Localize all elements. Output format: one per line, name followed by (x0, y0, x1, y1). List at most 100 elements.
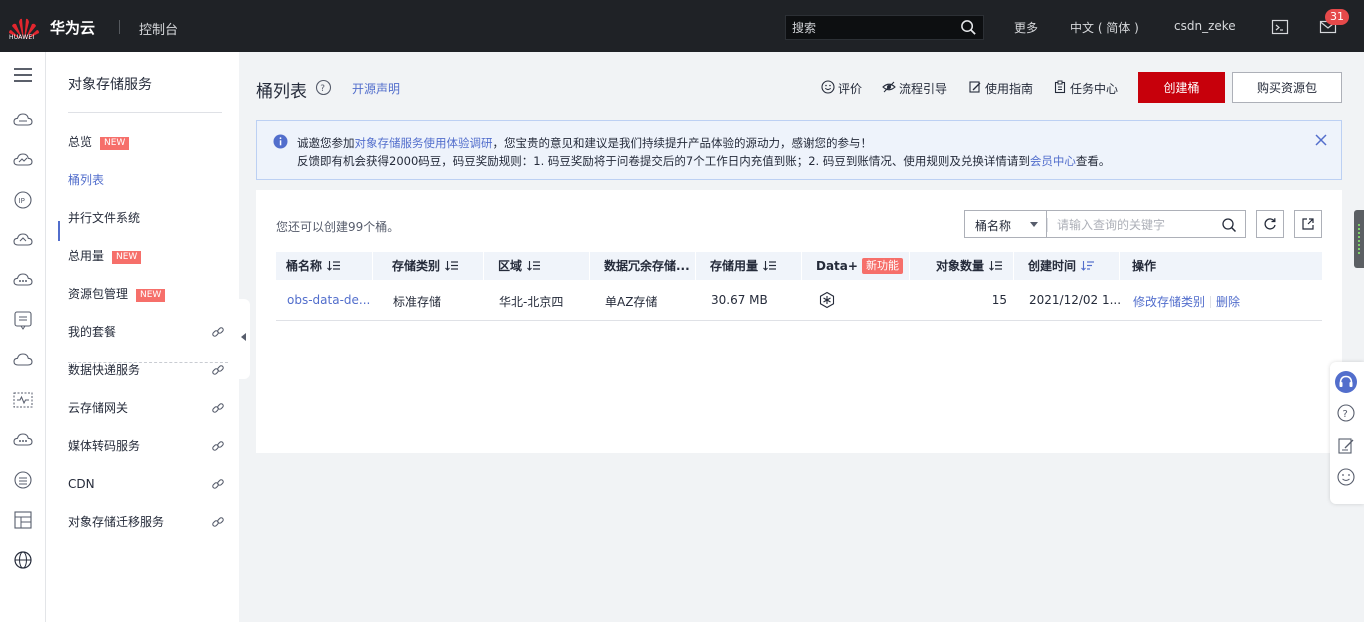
divider (1047, 218, 1048, 232)
refresh-icon (1264, 218, 1276, 230)
floating-toolbar: ? (1330, 362, 1364, 504)
sidebar-item-media-transcode[interactable]: 媒体转码服务 (68, 436, 140, 456)
cloud-upload-icon[interactable] (12, 229, 34, 251)
sort-icon[interactable] (763, 260, 777, 271)
col-header-redundancy[interactable]: 数据冗余存储... (604, 252, 690, 280)
external-link-icon[interactable] (211, 439, 225, 453)
info-icon (273, 134, 288, 149)
bucket-name-link[interactable]: obs-data-de... (287, 293, 370, 307)
feedback-icon[interactable] (1336, 436, 1356, 456)
refresh-button[interactable] (1256, 210, 1284, 238)
sidebar-item-cdn[interactable]: CDN (68, 474, 95, 494)
external-link-icon[interactable] (211, 401, 225, 415)
sidebar-item-migration[interactable]: 对象存储迁移服务 (68, 512, 164, 532)
filter-field-select[interactable]: 桶名称 (964, 210, 1046, 238)
sidebar-item-usage[interactable]: 总用量 NEW (68, 246, 142, 266)
task-center-link[interactable]: 任务中心 (1054, 80, 1118, 97)
edit-doc-icon (969, 81, 981, 93)
sidebar-item-data-express[interactable]: 数据快递服务 (68, 360, 140, 380)
cloud-more-icon[interactable] (12, 269, 34, 291)
export-button[interactable] (1294, 210, 1322, 238)
user-menu[interactable]: csdn_zeke (1174, 19, 1236, 33)
svg-text:?: ? (320, 84, 325, 94)
more-menu[interactable]: 更多 (1014, 19, 1038, 36)
sort-icon[interactable] (327, 260, 341, 271)
rate-link[interactable]: 评价 (821, 80, 862, 97)
sidebar-item-parallel-fs[interactable]: 并行文件系统 (68, 208, 140, 228)
sidebar-item-label: 总览 (68, 135, 93, 149)
cloud-network-icon[interactable] (12, 429, 34, 451)
sidebar-item-my-plans[interactable]: 我的套餐 (68, 322, 116, 342)
col-header-objects[interactable]: 对象数量 (936, 252, 1003, 280)
cloud-icon[interactable] (12, 349, 34, 371)
sort-icon[interactable] (989, 260, 1003, 271)
search-icon[interactable] (1221, 217, 1237, 233)
layout-icon[interactable] (12, 509, 34, 531)
buy-resource-package-button[interactable]: 购买资源包 (1232, 72, 1342, 103)
col-header-usage[interactable]: 存储用量 (710, 252, 777, 280)
external-link-icon[interactable] (211, 363, 225, 377)
sidebar-item-overview[interactable]: 总览 NEW (68, 132, 130, 152)
col-header-name[interactable]: 桶名称 (286, 252, 341, 280)
scroll-handle[interactable] (1354, 210, 1364, 268)
external-link-icon[interactable] (211, 325, 225, 339)
cell-storage-class: 标准存储 (393, 295, 442, 309)
data-plus-icon[interactable] (818, 291, 836, 309)
delete-link[interactable]: 删除 (1216, 295, 1240, 309)
language-switch[interactable]: 中文 ( 简体 ) (1070, 19, 1139, 36)
customer-service-icon[interactable] (1334, 370, 1358, 394)
brand-name[interactable]: 华为云 (50, 17, 95, 38)
cloud-monitor-icon[interactable] (12, 149, 34, 171)
search-icon[interactable] (960, 19, 977, 36)
global-search[interactable] (785, 15, 984, 40)
survey-notice: 诚邀您参加对象存储服务使用体验调研，您宝贵的意见和建议是我们持续提升产品体验的源… (256, 120, 1342, 180)
console-link[interactable]: 控制台 (139, 19, 178, 38)
create-bucket-button[interactable]: 创建桶 (1138, 72, 1225, 103)
emoji-icon[interactable] (1336, 467, 1356, 487)
col-header-label: Data+ (816, 259, 858, 273)
modify-storage-class-link[interactable]: 修改存储类别 (1133, 295, 1205, 309)
sidebar-item-resource-packages[interactable]: 资源包管理 NEW (68, 284, 166, 304)
user-guide-link[interactable]: 使用指南 (969, 80, 1033, 97)
close-icon[interactable] (1314, 133, 1328, 147)
external-link-icon[interactable] (211, 515, 225, 529)
logo-text: HUAWEI (9, 34, 35, 41)
process-guide-link[interactable]: 流程引导 (882, 80, 948, 97)
divider (68, 112, 222, 113)
quota-text: 您还可以创建99个桶。 (276, 220, 400, 234)
col-header-storage-class[interactable]: 存储类别 (392, 252, 459, 280)
member-center-link[interactable]: 会员中心 (1030, 154, 1076, 168)
process-guide-label: 流程引导 (899, 82, 948, 96)
cloud-server-icon[interactable] (12, 109, 34, 131)
sort-icon[interactable] (445, 260, 459, 271)
col-header-region[interactable]: 区域 (498, 252, 541, 280)
menu-icon[interactable] (12, 64, 34, 86)
smile-icon (821, 80, 835, 94)
search-input[interactable] (792, 19, 952, 37)
help-icon[interactable]: ? (1336, 403, 1356, 423)
cell-object-count: 15 (991, 293, 1007, 307)
sort-icon[interactable] (527, 260, 541, 271)
waveform-icon[interactable] (12, 389, 34, 411)
database-icon[interactable] (12, 469, 34, 491)
col-header-created[interactable]: 创建时间 (1028, 252, 1095, 280)
active-indicator (58, 221, 60, 241)
terminal-icon[interactable] (1271, 18, 1289, 36)
globe-icon[interactable] (12, 549, 34, 571)
sidebar-item-bucket-list[interactable]: 桶列表 (68, 170, 104, 190)
new-feature-badge: 新功能 (861, 258, 903, 274)
search-input[interactable] (1057, 216, 1207, 234)
ip-icon[interactable]: IP (12, 189, 34, 211)
sort-active-icon[interactable] (1081, 260, 1095, 271)
document-icon[interactable] (12, 309, 34, 331)
external-link-icon[interactable] (211, 477, 225, 491)
sidebar-item-storage-gateway[interactable]: 云存储网关 (68, 398, 128, 418)
service-sidebar: 对象存储服务 总览 NEW 桶列表 并行文件系统 总用量 NEW 资源包管理 NEW … (46, 52, 239, 622)
survey-link[interactable]: 对象存储服务使用体验调研 (355, 136, 493, 150)
column-divider (372, 252, 373, 280)
search-box[interactable] (1046, 210, 1246, 238)
sidebar-collapse-toggle[interactable] (238, 299, 250, 379)
open-source-link[interactable]: 开源声明 (352, 80, 400, 97)
sidebar-item-label: 总用量 (68, 249, 105, 263)
help-icon[interactable]: ? (315, 79, 332, 96)
